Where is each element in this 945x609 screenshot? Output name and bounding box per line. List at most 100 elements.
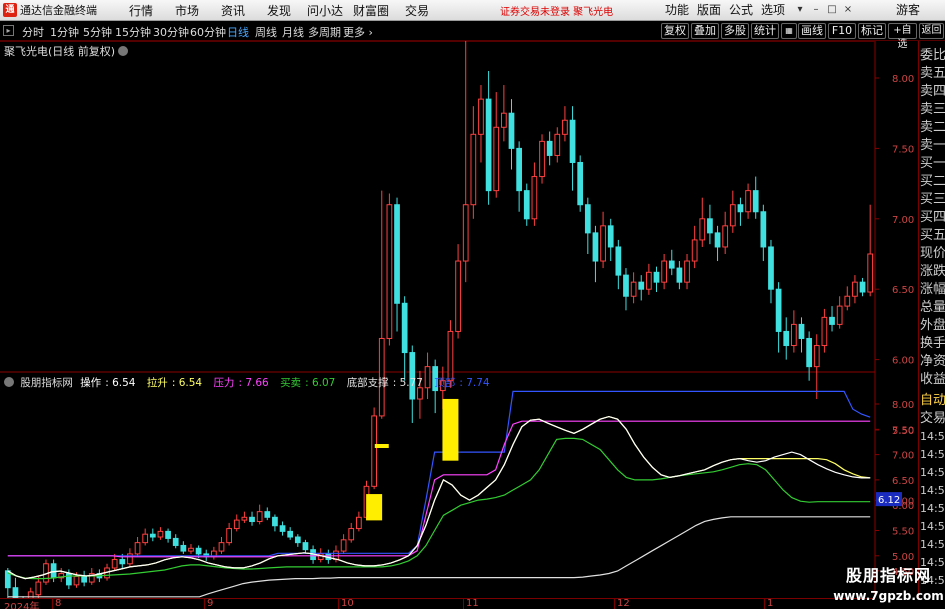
legend-op: 操作: 6.54 [80, 377, 136, 389]
sidebar-item-netasset[interactable]: 净资 [919, 353, 945, 371]
sidebar-item-outer[interactable]: 外盘 [919, 317, 945, 335]
sidebar-item-buy3[interactable]: 买三 [919, 191, 945, 209]
candle-down [783, 330, 790, 347]
stock-title-text: 聚飞光电(日线 前复权) [4, 45, 116, 58]
period-5min[interactable]: 5分钟 [83, 24, 112, 40]
candle-down [195, 547, 202, 555]
indicator-settings-icon[interactable] [4, 377, 14, 387]
candle-up [539, 140, 545, 178]
period-toolbar: ▸ 分时 1分钟 5分钟 15分钟 30分钟 60分钟 日线 周线 月线 多周期… [0, 21, 945, 50]
period-1min[interactable]: 1分钟 [50, 24, 79, 40]
chart-area[interactable]: 8.00 7.50 7.00 6.50 6.00 5.50 5.00 4.50 8.00 7.50… [0, 41, 914, 598]
sidebar-item-price[interactable]: 现价 [919, 245, 945, 263]
legend-top-value: 7.74 [466, 377, 490, 389]
sidebar-item-sell1[interactable]: 卖一 [919, 137, 945, 155]
sidebar-item-buy1[interactable]: 买一 [919, 155, 945, 173]
maximize-icon[interactable]: □ [826, 4, 838, 16]
candle-down [653, 271, 660, 283]
nav-prev-icon[interactable]: ▸ [3, 25, 14, 36]
period-multi[interactable]: 多周期 [308, 24, 341, 40]
sidebar-item-sell4[interactable]: 卖四 [919, 83, 945, 101]
period-intraday[interactable]: 分时 [22, 24, 44, 40]
menu-ask[interactable]: 问小达 [302, 2, 348, 19]
menu-layout[interactable]: 版面 [694, 0, 724, 21]
sidebar-auto[interactable]: 自动 [919, 392, 945, 410]
kline-chart[interactable]: 8.007.507.006.506.005.505.004.508.007.50… [0, 41, 918, 598]
indicator-tick-label: 5.50 [892, 527, 914, 538]
menu-discover[interactable]: 发现 [256, 2, 302, 19]
sidebar-item-turnover[interactable]: 换手 [919, 335, 945, 353]
menu-function[interactable]: 功能 [662, 0, 692, 21]
period-more[interactable]: 更多 › [343, 24, 373, 40]
sidebar-item-sell2[interactable]: 卖二 [919, 119, 945, 137]
menu-formula[interactable]: 公式 [726, 0, 756, 21]
candle-up [371, 415, 377, 487]
draw-icon[interactable]: ▦ [781, 23, 797, 39]
menu-options[interactable]: 选项 [758, 0, 788, 21]
candle-up [134, 542, 141, 555]
indicator-tick-label: 5.00 [892, 552, 914, 563]
legend-trade-label: 买卖 [280, 377, 302, 389]
period-60min[interactable]: 60分钟 [190, 24, 226, 40]
sidebar-item-volume[interactable]: 总量 [919, 299, 945, 317]
candle-down [798, 323, 805, 339]
f10-button[interactable]: F10 [828, 23, 856, 39]
candle-up [493, 126, 500, 192]
dropdown-icon[interactable]: ▾ [794, 4, 806, 16]
candle-down [707, 218, 713, 234]
candle-up [531, 176, 538, 220]
candle-down [592, 232, 599, 262]
menu-news[interactable]: 资讯 [210, 2, 256, 19]
sidebar-trade[interactable]: 交易 [919, 410, 945, 428]
guest-label[interactable]: 游客 [888, 0, 928, 21]
candle-down [272, 516, 278, 527]
sidebar-item-pct[interactable]: 涨幅 [919, 281, 945, 299]
sidebar-item-change[interactable]: 涨跌 [919, 263, 945, 281]
candle-up [142, 533, 149, 544]
add-watchlist-button[interactable]: +自选 [888, 23, 917, 50]
period-15min[interactable]: 15分钟 [115, 24, 151, 40]
watermark-line1: 股朋指标网 [845, 566, 931, 585]
period-30min[interactable]: 30分钟 [153, 24, 189, 40]
sidebar-item-buy2[interactable]: 买二 [919, 173, 945, 191]
candle-down [66, 573, 72, 586]
back-button[interactable]: 返回 [919, 23, 944, 39]
sidebar-item-buy4[interactable]: 买四 [919, 209, 945, 227]
menu-trade[interactable]: 交易 [394, 2, 440, 19]
candle-down [676, 267, 683, 283]
indicator-tick-label: 6.50 [892, 476, 914, 487]
menu-wealth[interactable]: 财富圈 [348, 2, 394, 19]
candle-down [760, 211, 767, 248]
menu-quotes[interactable]: 行情 [118, 2, 164, 19]
mark-button[interactable]: 标记 [858, 23, 886, 39]
sidebar-item-earnings[interactable]: 收益 [919, 371, 945, 389]
candle-down [81, 575, 87, 583]
close-icon[interactable]: × [842, 4, 854, 16]
statistics-button[interactable]: 统计 [751, 23, 779, 39]
candle-up [562, 119, 568, 135]
minimize-icon[interactable]: – [810, 4, 822, 16]
adjust-button[interactable]: 复权 [661, 23, 689, 39]
watermark-line2: www.7gpzb.com [833, 589, 944, 603]
period-monthly[interactable]: 月线 [282, 24, 304, 40]
indicator-name[interactable]: 股朋指标网 [20, 377, 73, 389]
overlay-button[interactable]: 叠加 [691, 23, 719, 39]
sidebar-item-sell3[interactable]: 卖三 [919, 101, 945, 119]
multi-stock-button[interactable]: 多股 [721, 23, 749, 39]
legend-bottom: 底部支撑: 5.77 [346, 377, 423, 389]
menu-market[interactable]: 市场 [164, 2, 210, 19]
indicator-tick-label: 7.00 [892, 451, 914, 462]
settings-icon[interactable] [118, 46, 129, 56]
draw-line-button[interactable]: 画线 [798, 23, 826, 39]
sidebar-item-weibi[interactable]: 委比 [919, 47, 945, 65]
date-separator [463, 599, 464, 609]
sidebar-item-sell5[interactable]: 卖五 [919, 65, 945, 83]
period-daily[interactable]: 日线 [227, 24, 249, 40]
sidebar-item-buy5[interactable]: 买五 [919, 227, 945, 245]
candle-up [852, 281, 858, 297]
login-notice[interactable]: 证券交易未登录 聚飞光电 [500, 3, 648, 18]
candle-up [470, 133, 477, 206]
candle-up [478, 98, 484, 135]
candle-down [294, 536, 301, 544]
period-weekly[interactable]: 周线 [255, 24, 277, 40]
